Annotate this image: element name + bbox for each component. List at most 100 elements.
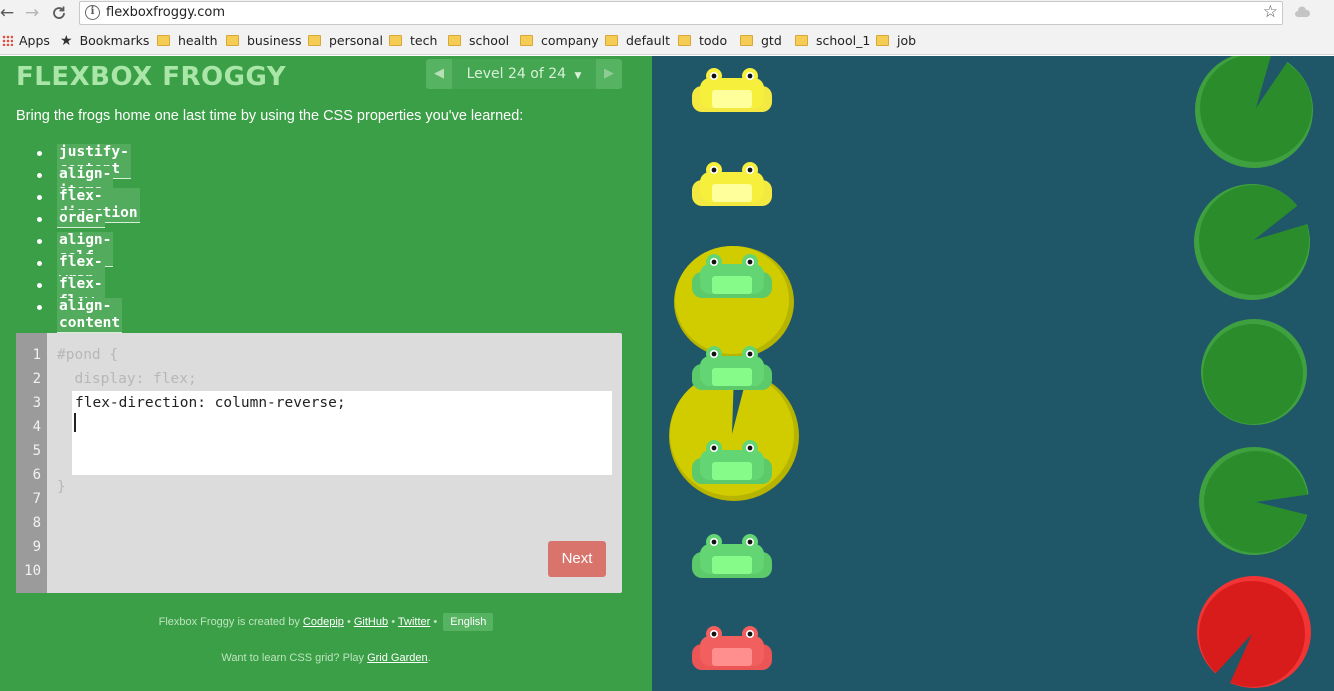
- extension-icon[interactable]: [1294, 4, 1311, 21]
- chevron-down-icon: ▼: [574, 71, 582, 81]
- folder-icon: [605, 35, 618, 46]
- bookmark-label: gtd: [761, 33, 782, 48]
- credits-text: Flexbox Froggy is created by: [158, 616, 300, 628]
- bookmark-label: tech: [410, 33, 438, 48]
- twitter-link[interactable]: Twitter: [398, 616, 430, 628]
- bookmark-label: school: [469, 33, 510, 48]
- level-indicator[interactable]: Level 24 of 24 ▼: [452, 59, 596, 89]
- folder-icon: [740, 35, 753, 46]
- game-logo: FLEXBOX FROGGY: [16, 62, 287, 92]
- level-label: Level 24 of 24: [466, 66, 567, 82]
- folder-icon: [448, 35, 461, 46]
- bookmark-folder-company[interactable]: company: [520, 33, 599, 49]
- bookmark-apps[interactable]: Apps: [2, 33, 50, 49]
- bookmark-label: business: [247, 33, 302, 48]
- line-number: 3: [32, 395, 41, 411]
- bookmark-label: Bookmarks: [79, 33, 150, 48]
- bookmark-label: health: [178, 33, 218, 48]
- folder-icon: [520, 35, 533, 46]
- bookmark-label: job: [897, 33, 917, 48]
- codepip-link[interactable]: Codepip: [303, 616, 344, 628]
- bookmark-label: school_1: [816, 33, 871, 48]
- red-frog: [692, 626, 772, 670]
- url-text[interactable]: flexboxfroggy.com: [106, 5, 225, 20]
- green-lilypad-4: [1199, 447, 1312, 555]
- bookmark-folder-gtd[interactable]: gtd: [740, 33, 782, 49]
- game-sidebar: FLEXBOX FROGGY ◀ Level 24 of 24 ▼ ▶ Brin…: [0, 56, 652, 691]
- bookmark-label: personal: [329, 33, 383, 48]
- red-lilypad: [1197, 576, 1311, 691]
- language-button[interactable]: English: [443, 613, 494, 631]
- css-editor: 1 2 3 4 5 6 7 8 9 10 #pond { display: fl…: [16, 333, 622, 593]
- reload-icon[interactable]: [48, 2, 70, 24]
- line-number: 10: [24, 563, 41, 579]
- bookmark-folder-tech[interactable]: tech: [389, 33, 437, 49]
- level-navigation: ◀ Level 24 of 24 ▼ ▶: [426, 59, 622, 89]
- bookmark-label: company: [541, 33, 599, 48]
- bookmark-folder-school[interactable]: school: [448, 33, 509, 49]
- grid-garden-link[interactable]: Grid Garden: [367, 652, 428, 664]
- typed-css: flex-direction: column-reverse;: [75, 395, 346, 411]
- promo-suffix: .: [427, 652, 431, 664]
- forward-icon[interactable]: →: [21, 2, 43, 24]
- grid-garden-promo: Want to learn CSS grid? Play Grid Garden…: [0, 652, 652, 664]
- next-level-arrow-icon[interactable]: ▶: [596, 59, 622, 89]
- line-number: 1: [32, 347, 41, 363]
- green-frog-3: [692, 440, 772, 484]
- next-button[interactable]: Next: [548, 541, 606, 577]
- back-icon[interactable]: ←: [0, 2, 18, 24]
- promo-text: Want to learn CSS grid? Play: [221, 652, 364, 664]
- line-number: 7: [32, 491, 41, 507]
- separator: •: [391, 616, 396, 628]
- property-order[interactable]: order: [57, 210, 105, 228]
- green-lilypad-2: [1194, 184, 1314, 300]
- bookmark-star-icon[interactable]: ☆: [1263, 2, 1278, 22]
- previous-level-arrow-icon[interactable]: ◀: [426, 59, 452, 89]
- text-caret: [74, 413, 76, 432]
- yellow-frog-1: [692, 68, 772, 112]
- bookmark-folder-default[interactable]: default: [605, 33, 670, 49]
- browser-toolbar: ← → i flexboxfroggy.com ☆: [0, 0, 1334, 27]
- line-number: 9: [32, 539, 41, 555]
- code-line-selector: #pond {: [57, 347, 119, 363]
- bookmark-folder-school-1[interactable]: school_1: [795, 33, 870, 49]
- pond: [652, 56, 1334, 691]
- folder-icon: [795, 35, 808, 46]
- github-link[interactable]: GitHub: [354, 616, 388, 628]
- green-lilypad-3: [1201, 319, 1307, 425]
- info-icon[interactable]: i: [85, 5, 100, 20]
- line-number: 4: [32, 419, 41, 435]
- green-frog-4: [692, 534, 772, 578]
- bookmarks-bar: Apps ★ Bookmarks health business personal…: [0, 27, 1334, 55]
- line-number: 8: [32, 515, 41, 531]
- green-lilypad-1: [1195, 56, 1313, 168]
- folder-icon: [308, 35, 321, 46]
- separator: •: [346, 616, 351, 628]
- yellow-frog-2: [692, 162, 772, 206]
- folder-icon: [678, 35, 691, 46]
- level-instructions: Bring the frogs home one last time by us…: [16, 108, 524, 124]
- folder-icon: [876, 35, 889, 46]
- css-code-input[interactable]: flex-direction: column-reverse;: [72, 391, 612, 475]
- code-line-closing-brace: }: [57, 479, 66, 495]
- bookmark-bookmarks[interactable]: ★ Bookmarks: [60, 33, 149, 49]
- bookmark-label: default: [626, 33, 670, 48]
- line-number: 6: [32, 467, 41, 483]
- code-line-display: display: flex;: [57, 371, 197, 387]
- credits-line: Flexbox Froggy is created by Codepip • G…: [0, 613, 652, 631]
- bookmark-label: todo: [699, 33, 728, 48]
- folder-icon: [226, 35, 239, 46]
- bookmark-folder-health[interactable]: health: [157, 33, 218, 49]
- property-align-content[interactable]: align-content: [57, 298, 123, 333]
- line-number: 2: [32, 371, 41, 387]
- line-number-gutter: 1 2 3 4 5 6 7 8 9 10: [16, 333, 47, 593]
- address-bar[interactable]: i flexboxfroggy.com ☆: [79, 1, 1283, 25]
- green-frog-2: [692, 346, 772, 390]
- bookmark-label: Apps: [19, 33, 50, 48]
- folder-icon: [389, 35, 402, 46]
- bookmark-folder-business[interactable]: business: [226, 33, 301, 49]
- bookmark-folder-todo[interactable]: todo: [678, 33, 727, 49]
- green-frog-1: [692, 254, 772, 298]
- bookmark-folder-personal[interactable]: personal: [308, 33, 383, 49]
- bookmark-folder-job[interactable]: job: [876, 33, 916, 49]
